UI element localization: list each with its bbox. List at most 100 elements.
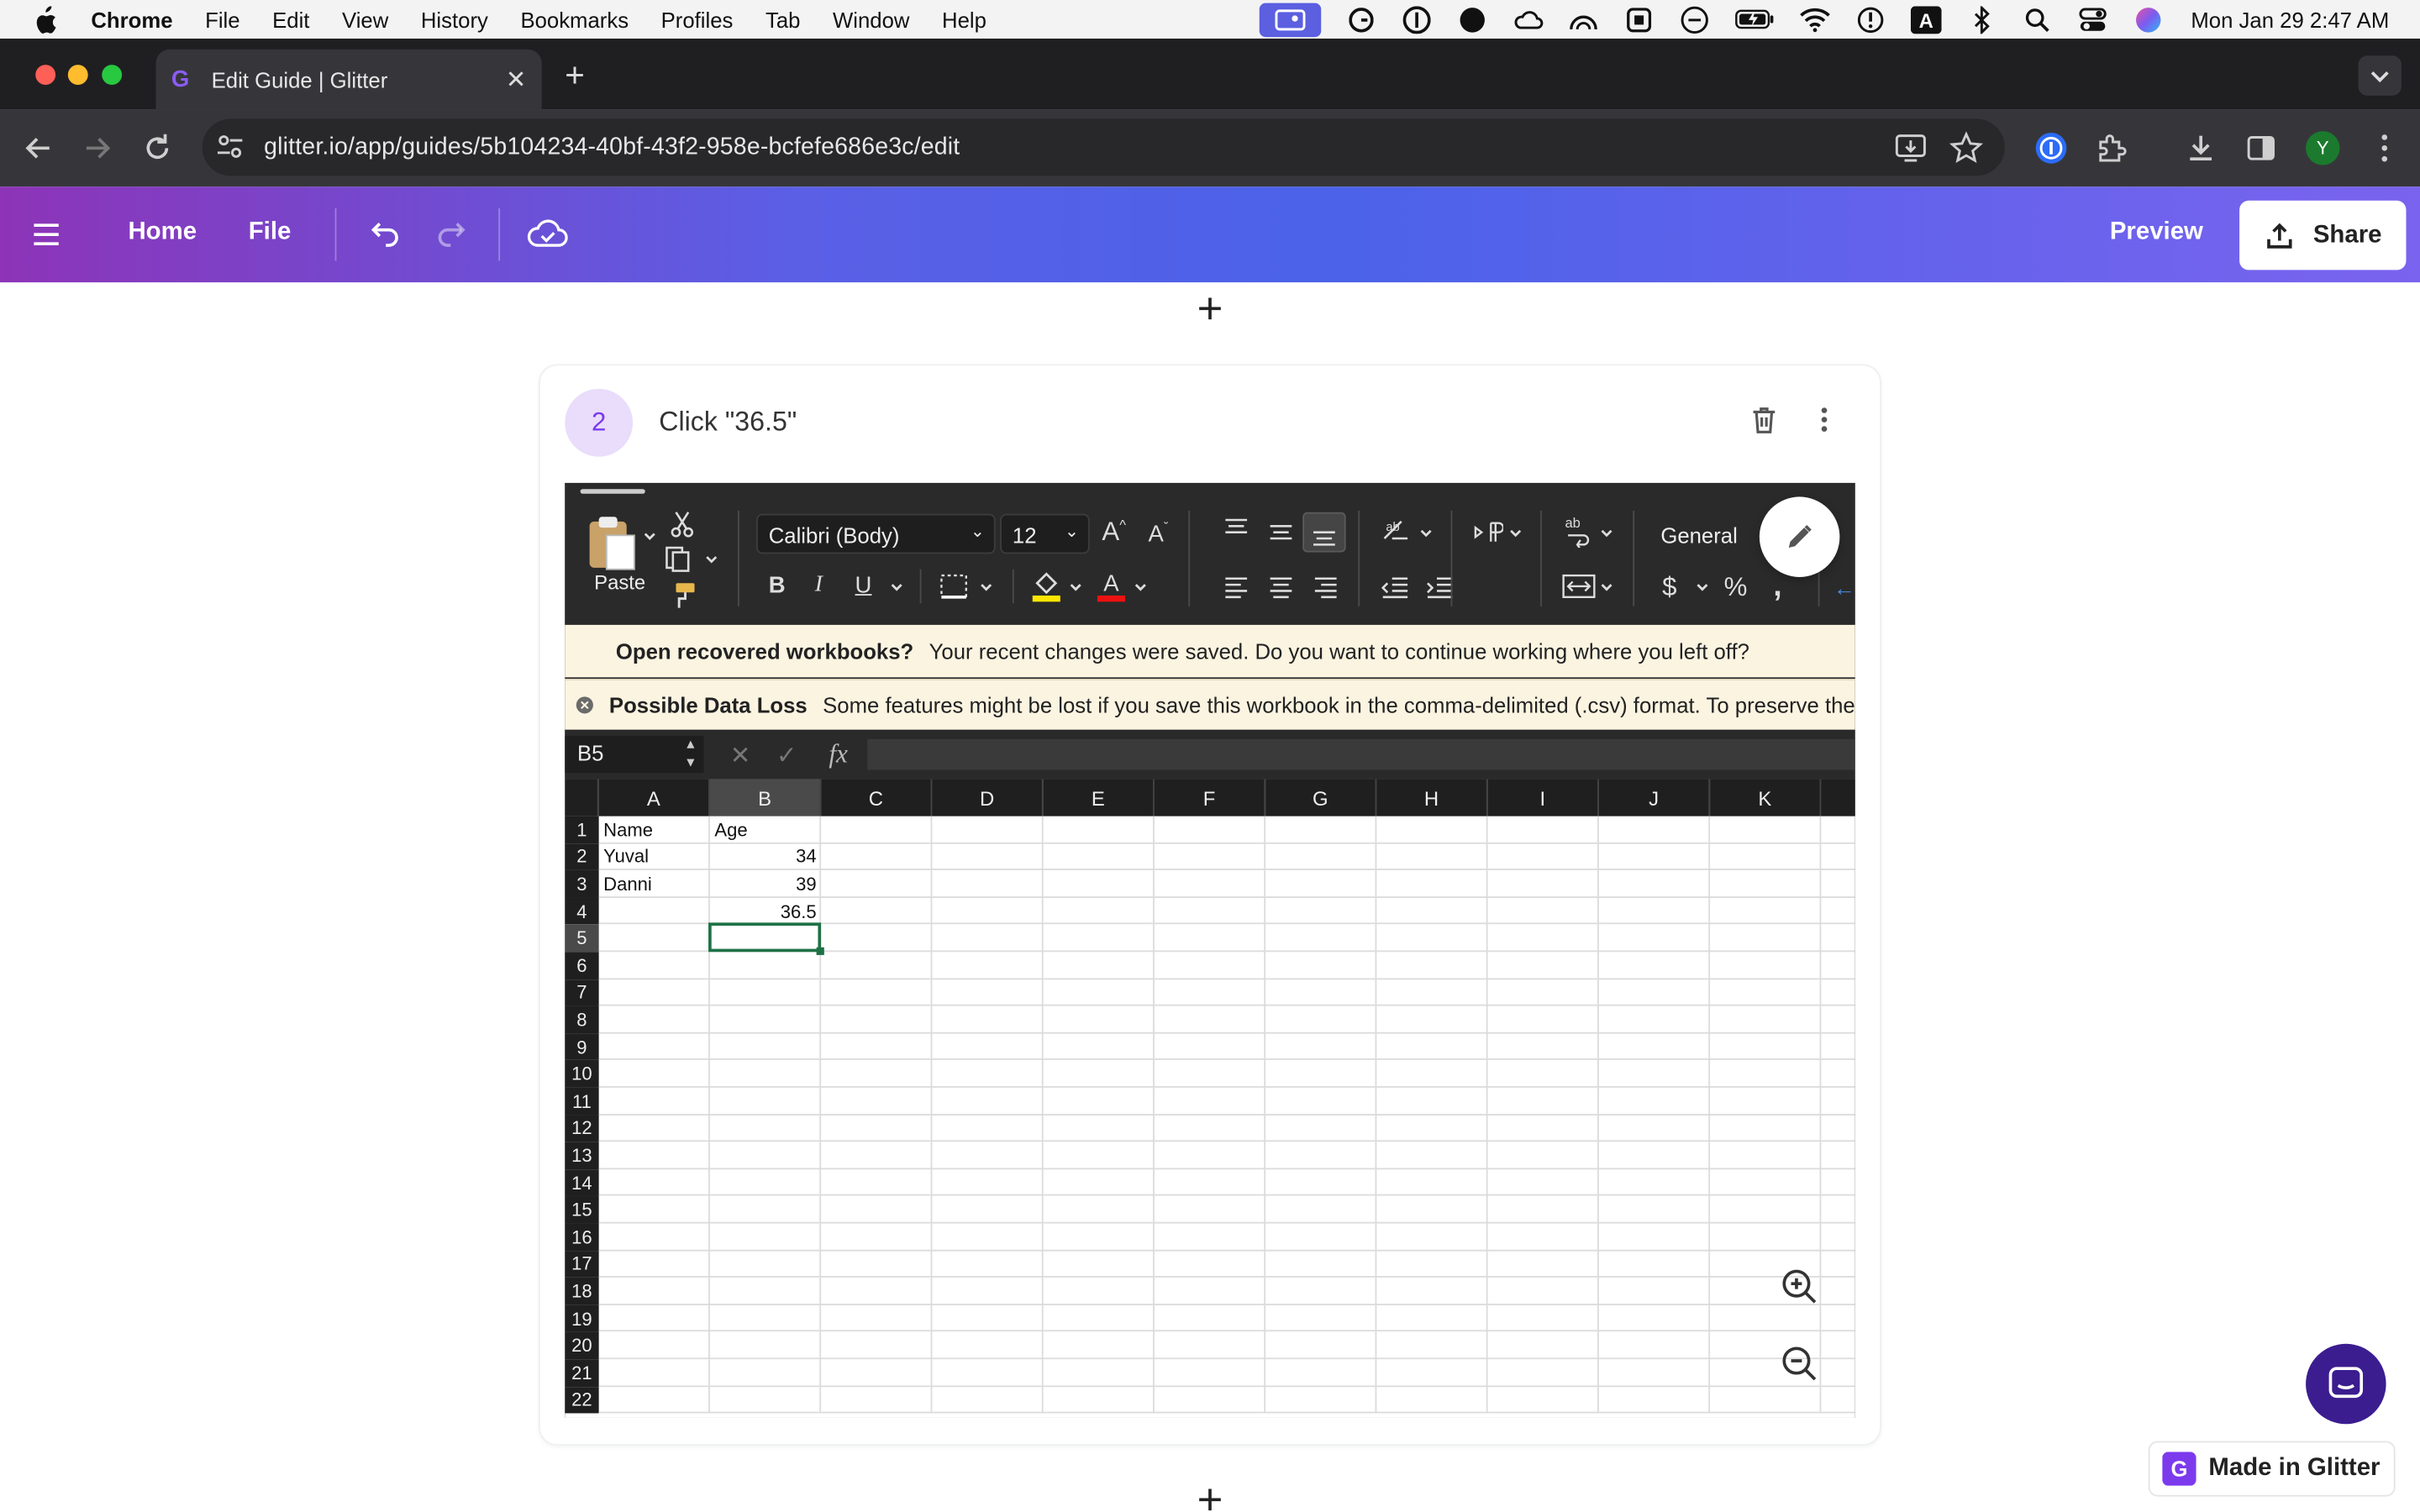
onepassword-extension-icon[interactable] <box>2034 131 2068 165</box>
reload-icon[interactable] <box>140 131 174 165</box>
column-header[interactable]: I <box>1487 779 1599 816</box>
font-size-dropdown[interactable]: 12 ⌄ <box>1000 513 1090 554</box>
bluetooth-icon[interactable] <box>1965 5 1996 34</box>
row-header[interactable]: 14 <box>565 1168 599 1197</box>
made-in-glitter-badge[interactable]: G Made in Glitter <box>2148 1441 2396 1497</box>
error-x-icon[interactable] <box>576 693 593 717</box>
preview-button[interactable]: Preview <box>2110 219 2203 247</box>
install-app-icon[interactable] <box>1894 131 1928 165</box>
bookmark-star-icon[interactable] <box>1949 131 1984 165</box>
paste-label[interactable]: Paste <box>594 571 645 595</box>
font-color-icon[interactable]: A <box>1096 570 1127 603</box>
hamburger-menu-icon[interactable] <box>31 219 62 250</box>
chevron-down-icon[interactable] <box>1599 580 1614 596</box>
menubar-clock[interactable]: Mon Jan 29 2:47 AM <box>2191 7 2389 31</box>
row-header[interactable]: 8 <box>565 1005 599 1034</box>
cloud-saved-icon[interactable] <box>526 216 569 253</box>
row-header[interactable]: 4 <box>565 897 599 925</box>
column-header[interactable] <box>1821 779 1855 816</box>
row-header[interactable]: 7 <box>565 979 599 1006</box>
support-chat-button[interactable] <box>2306 1343 2386 1425</box>
row-header[interactable]: 2 <box>565 843 599 871</box>
downloads-icon[interactable] <box>2184 131 2217 165</box>
more-menu-icon[interactable] <box>2368 131 2402 165</box>
column-header[interactable]: B <box>709 779 822 816</box>
percent-format-icon[interactable]: % <box>1724 572 1748 603</box>
increase-font-icon[interactable]: A^ <box>1102 517 1126 548</box>
row-header[interactable]: 9 <box>565 1033 599 1061</box>
profile-avatar[interactable]: Y <box>2306 131 2340 165</box>
back-arrow-icon[interactable] <box>22 131 55 165</box>
column-header[interactable]: G <box>1265 779 1377 816</box>
align-left-icon[interactable] <box>1223 575 1250 600</box>
menu-profiles[interactable]: Profiles <box>661 7 734 31</box>
borders-icon[interactable] <box>939 572 970 600</box>
zoom-in-icon[interactable] <box>1778 1265 1821 1308</box>
column-header[interactable]: A <box>598 779 710 816</box>
bold-icon[interactable]: B <box>769 572 786 598</box>
window-zoom-button[interactable] <box>102 65 123 86</box>
cell-b1[interactable]: Age <box>710 816 821 843</box>
name-box[interactable]: B5 ▴ ▾ <box>565 736 704 774</box>
minus-circle-icon[interactable] <box>1679 5 1710 34</box>
align-center-icon[interactable] <box>1267 575 1295 600</box>
site-info-icon[interactable] <box>214 131 245 162</box>
row-header[interactable]: 17 <box>565 1250 599 1278</box>
chevron-down-icon[interactable] <box>889 580 904 596</box>
share-button[interactable]: Share <box>2239 200 2407 270</box>
home-link[interactable]: Home <box>128 219 197 247</box>
grammarly-icon[interactable] <box>1345 5 1376 33</box>
address-bar[interactable]: glitter.io/app/guides/5b104234-40bf-43f2… <box>202 118 2005 176</box>
onepassword-icon[interactable] <box>1401 5 1432 34</box>
align-top-icon[interactable] <box>1223 517 1250 541</box>
font-name-dropdown[interactable]: Calibri (Body) ⌄ <box>756 513 996 554</box>
forward-arrow-icon[interactable] <box>81 131 114 165</box>
menu-tab[interactable]: Tab <box>765 7 800 31</box>
text-direction-icon[interactable] <box>1472 520 1503 544</box>
chevron-down-icon[interactable] <box>642 529 657 544</box>
row-header[interactable]: 20 <box>565 1331 599 1360</box>
browser-tab-active[interactable]: G Edit Guide | Glitter ✕ <box>155 49 542 110</box>
menu-file[interactable]: File <box>205 7 239 31</box>
column-header[interactable]: J <box>1598 779 1711 816</box>
chevron-down-icon[interactable] <box>704 553 719 568</box>
row-header[interactable]: 13 <box>565 1142 599 1169</box>
row-header[interactable]: 10 <box>565 1060 599 1088</box>
tab-close-icon[interactable]: ✕ <box>506 64 527 95</box>
add-step-below-icon[interactable] <box>1197 1488 1222 1512</box>
currency-format-icon[interactable]: $ <box>1662 572 1676 603</box>
column-header[interactable]: D <box>932 779 1044 816</box>
text-orientation-icon[interactable]: ab <box>1380 517 1413 544</box>
align-right-icon[interactable] <box>1312 575 1339 600</box>
extensions-puzzle-icon[interactable] <box>2094 131 2128 165</box>
paste-clipboard-icon[interactable] <box>585 514 637 573</box>
edit-screenshot-button[interactable] <box>1759 496 1840 577</box>
window-icon[interactable] <box>1623 5 1654 33</box>
row-header[interactable]: 21 <box>565 1359 599 1387</box>
row-header[interactable]: 18 <box>565 1278 599 1305</box>
merge-center-icon[interactable] <box>1562 572 1596 600</box>
menu-bookmarks[interactable]: Bookmarks <box>520 7 629 31</box>
align-bottom-button[interactable] <box>1302 512 1346 553</box>
add-step-above-icon[interactable] <box>1197 297 1222 321</box>
insert-function-icon[interactable]: fx <box>829 739 848 770</box>
cell-b3[interactable]: 39 <box>710 870 821 897</box>
apple-icon[interactable] <box>34 5 58 33</box>
row-header[interactable]: 11 <box>565 1087 599 1116</box>
chevron-down-icon[interactable] <box>1133 580 1148 596</box>
menu-view[interactable]: View <box>342 7 388 31</box>
chevron-down-icon[interactable] <box>1599 526 1614 541</box>
column-header[interactable]: K <box>1710 779 1822 816</box>
arc-icon[interactable] <box>1567 5 1598 33</box>
fill-color-icon[interactable] <box>1031 570 1062 603</box>
record-dot-icon[interactable] <box>1456 5 1487 33</box>
increase-decimal-icon[interactable]: ← <box>1833 575 1855 600</box>
align-middle-icon[interactable] <box>1267 520 1295 544</box>
column-header[interactable]: F <box>1154 779 1266 816</box>
row-header[interactable]: 6 <box>565 952 599 979</box>
step-screenshot[interactable]: Paste Calibri (Body) ⌄ 12 ⌄ A^ Aˇ B I U A <box>565 482 1855 1418</box>
cancel-entry-icon[interactable]: ✕ <box>730 741 751 772</box>
row-header[interactable]: 22 <box>565 1386 599 1414</box>
wrap-text-icon[interactable]: ab <box>1562 514 1596 549</box>
row-header[interactable]: 3 <box>565 870 599 898</box>
